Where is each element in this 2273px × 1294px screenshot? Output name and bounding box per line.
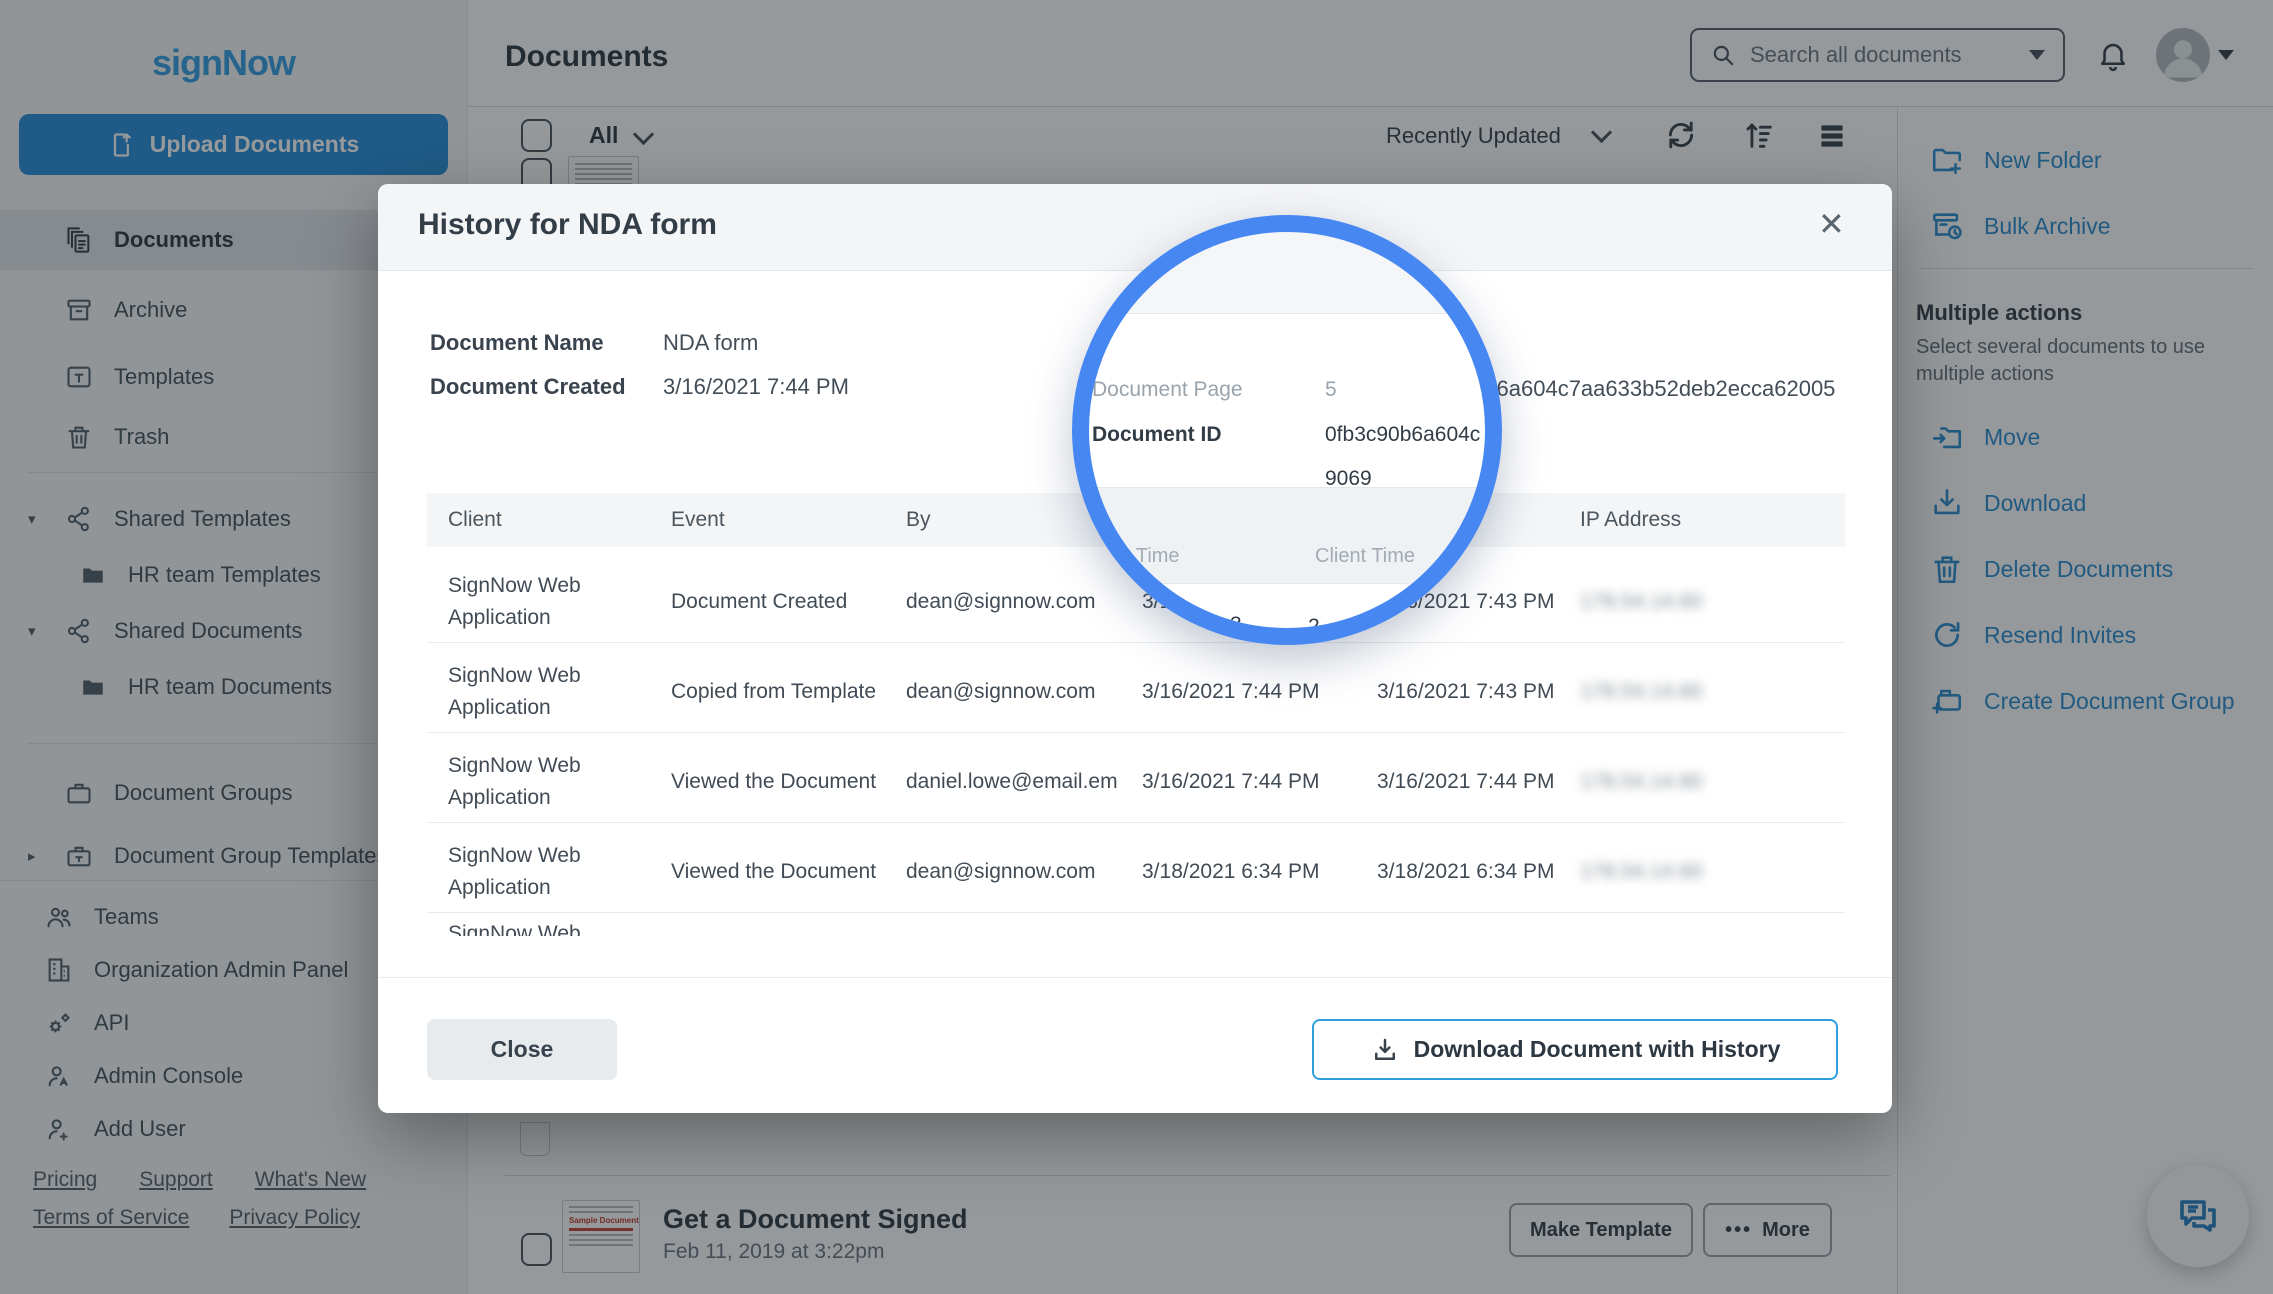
cell-server-time: 3/16/2021 7:44 PM [1142,770,1319,794]
cell-client: Application [448,606,551,630]
row-divider [427,642,1845,643]
magnifier-loupe-ring [1072,215,1502,645]
row-divider [427,912,1845,913]
col-ip-address: IP Address [1580,508,1681,532]
col-event: Event [671,508,725,532]
download-document-with-history-button[interactable]: Download Document with History [1312,1019,1838,1080]
cell-event: Viewed the Document [671,770,876,794]
cell-by: dean@signnow.com [906,860,1095,884]
cell-event: Document Created [671,590,847,614]
cell-client: Application [448,876,551,900]
cell-client-time: 3/16/2021 7:44 PM [1377,770,1554,794]
document-name-label: Document Name [430,330,604,356]
cell-client-time: 3/18/2021 6:34 PM [1377,860,1554,884]
cell-client: SignNow Web [448,574,581,598]
cell-by: dean@signnow.com [906,590,1095,614]
cell-ip: 178.54.14.60 [1580,860,1703,884]
cell-client: SignNow Web [448,754,581,778]
cell-ip: 178.54.14.60 [1580,770,1703,794]
col-by: By [906,508,931,532]
download-tray-icon [1370,1035,1400,1065]
app-screen: signNow Upload Documents Documents Archi… [0,0,2273,1294]
cell-client: Application [448,696,551,720]
document-name-value: NDA form [663,330,758,356]
close-icon[interactable]: ✕ [1818,208,1845,240]
modal-title: History for NDA form [418,208,717,242]
cell-client: Application [448,786,551,810]
close-button[interactable]: Close [427,1019,617,1080]
modal-footer-divider [378,977,1892,978]
download-button-label: Download Document with History [1414,1036,1781,1063]
document-created-label: Document Created [430,374,626,400]
cell-event: Copied from Template [671,680,876,704]
cell-by: dean@signnow.com [906,680,1095,704]
cell-ip: 178.54.14.60 [1580,680,1703,704]
cell-ip: 178.54.14.60 [1580,590,1703,614]
row-divider [427,822,1845,823]
row-divider [427,732,1845,733]
cell-client-partial: SignNow Web [448,922,581,936]
col-client: Client [448,508,502,532]
cell-client-time: 3/16/2021 7:43 PM [1377,680,1554,704]
close-button-label: Close [491,1036,554,1063]
cell-server-time: 3/18/2021 6:34 PM [1142,860,1319,884]
partial-row-clip: SignNow Web [448,914,848,936]
cell-event: Viewed the Document [671,860,876,884]
cell-client: SignNow Web [448,844,581,868]
cell-by: daniel.lowe@email.em [906,770,1118,794]
cell-server-time: 3/16/2021 7:44 PM [1142,680,1319,704]
document-created-value: 3/16/2021 7:44 PM [663,374,849,400]
cell-client: SignNow Web [448,664,581,688]
